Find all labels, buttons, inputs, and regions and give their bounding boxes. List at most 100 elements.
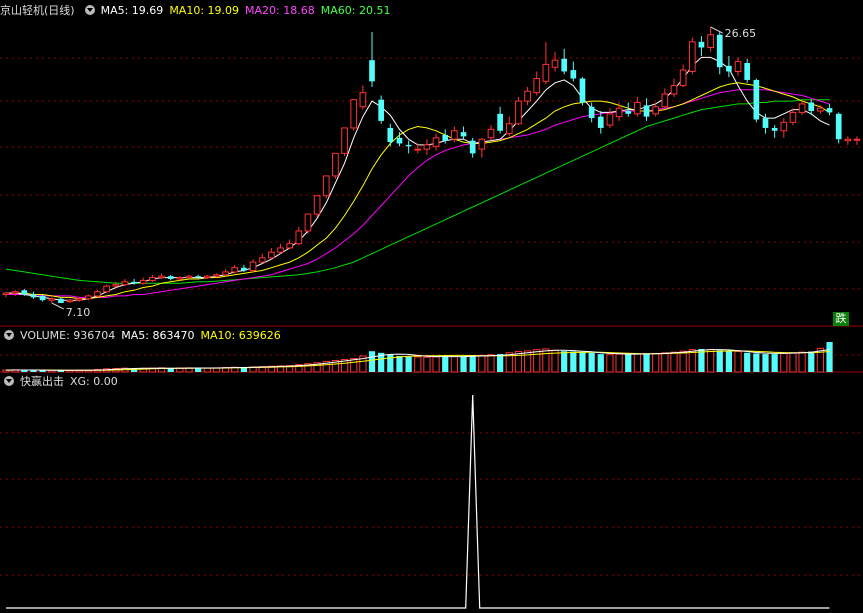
candle-body-up: [533, 78, 541, 94]
candle-body-up: [222, 271, 229, 276]
candle-body-up: [679, 69, 687, 87]
candle-body-down: [753, 79, 760, 120]
candle-body-down: [808, 102, 815, 111]
candle-body-down: [771, 127, 778, 131]
volume-bar-up: [679, 350, 687, 373]
volume-bar-down: [405, 356, 412, 372]
volume-bar-up: [423, 356, 431, 373]
candle-body-up: [66, 299, 74, 303]
candle-body-up: [11, 291, 19, 294]
candle-body-down: [826, 108, 833, 113]
volume-bar-down: [597, 354, 604, 372]
candle-body-down: [378, 99, 385, 121]
volume-bar-down: [725, 350, 733, 372]
candle-body-up: [313, 195, 321, 215]
volume-bar-up: [661, 352, 669, 373]
candle-body-down: [131, 281, 137, 284]
candle-body-up: [176, 277, 184, 280]
candle-body-down: [835, 113, 842, 140]
candle-body-up: [75, 298, 83, 301]
candle-body-up: [615, 107, 623, 118]
volume-bar-down: [396, 356, 403, 372]
low-annotation: 7.10: [66, 306, 91, 319]
candle-body-up: [817, 107, 824, 112]
volume-bar-up: [514, 351, 523, 373]
candle-body-up: [85, 295, 92, 300]
candle-body-down: [167, 276, 174, 279]
candle-body-up: [661, 93, 669, 108]
candle-body-down: [469, 140, 476, 154]
candle-body-down: [726, 65, 732, 72]
volume-bar-down: [826, 342, 833, 372]
candle-body-up: [707, 34, 714, 48]
volume-bar-up: [414, 356, 422, 373]
candle-body-up: [268, 251, 275, 259]
candle-body-down: [387, 127, 394, 143]
volume-bar-up: [478, 354, 486, 373]
chart-canvas: 26.65 7.10: [0, 26, 863, 609]
candle-body-up: [295, 230, 303, 245]
volume-bar-up: [533, 349, 541, 373]
candle-body-up: [606, 113, 614, 126]
candle-body-up: [670, 85, 678, 95]
candle-body-down: [588, 106, 595, 119]
volume-bar-up: [615, 353, 623, 373]
volume-bar-down: [460, 356, 467, 372]
volume-bar-up: [523, 350, 532, 373]
volume-bar-up: [203, 367, 211, 373]
candle-body-up: [121, 281, 129, 286]
candle-body-up: [286, 243, 294, 249]
ma20-line: [6, 89, 830, 298]
volume-bar-down: [643, 353, 650, 372]
candle-body-down: [570, 70, 577, 79]
candle-body-up: [158, 275, 165, 279]
candle-body-down: [405, 144, 412, 147]
candle-body-up: [789, 111, 797, 123]
volume-bar-down: [753, 353, 760, 372]
candle-body-up: [304, 213, 312, 232]
volume-bar-up: [798, 351, 806, 373]
candle-body-up: [185, 275, 193, 279]
candle-body-up: [478, 138, 486, 150]
volume-bar-up: [789, 352, 797, 373]
candle-body-up: [94, 291, 101, 297]
volume-bar-down: [808, 351, 815, 372]
candle-body-down: [698, 41, 705, 48]
candle-body-up: [341, 127, 348, 154]
candle-body-up: [798, 103, 806, 113]
candle-body-up: [258, 257, 266, 263]
volume-bar-up: [706, 349, 715, 373]
candle-body-up: [688, 41, 696, 72]
candle-body-up: [524, 90, 531, 102]
high-annotation: 26.65: [725, 27, 757, 40]
candle-body-up: [277, 247, 284, 253]
candle-body-down: [30, 294, 37, 298]
volume-bar-down: [570, 351, 577, 372]
candle-body-up: [249, 261, 257, 272]
volume-bar-down: [497, 354, 504, 372]
candle-body-up: [487, 128, 495, 139]
volume-bar-down: [579, 352, 586, 372]
volume-bar-up: [780, 352, 788, 373]
volume-bar-up: [487, 354, 495, 373]
candle-body-up: [103, 285, 110, 293]
candle-body-up: [634, 102, 641, 115]
candle-body-down: [579, 78, 586, 103]
volume-bar-up: [652, 352, 660, 373]
volume-bar-down: [744, 352, 751, 372]
candle-body-up: [652, 106, 660, 115]
candle-body-up: [322, 175, 330, 197]
volume-bar-down: [469, 356, 476, 372]
volume-bar-up: [606, 354, 614, 373]
candle-body-up: [231, 267, 239, 273]
volume-bar-up: [450, 356, 458, 373]
candle-body-down: [396, 137, 403, 144]
candle-body-up: [48, 298, 56, 301]
low-marker: [51, 302, 64, 310]
volume-bar-down: [588, 352, 595, 372]
volume-bar-up: [633, 353, 641, 373]
candle-body-down: [716, 34, 723, 68]
candle-body-up: [213, 274, 220, 277]
volume-bar-down: [716, 350, 723, 372]
candle-body-up: [734, 61, 742, 72]
